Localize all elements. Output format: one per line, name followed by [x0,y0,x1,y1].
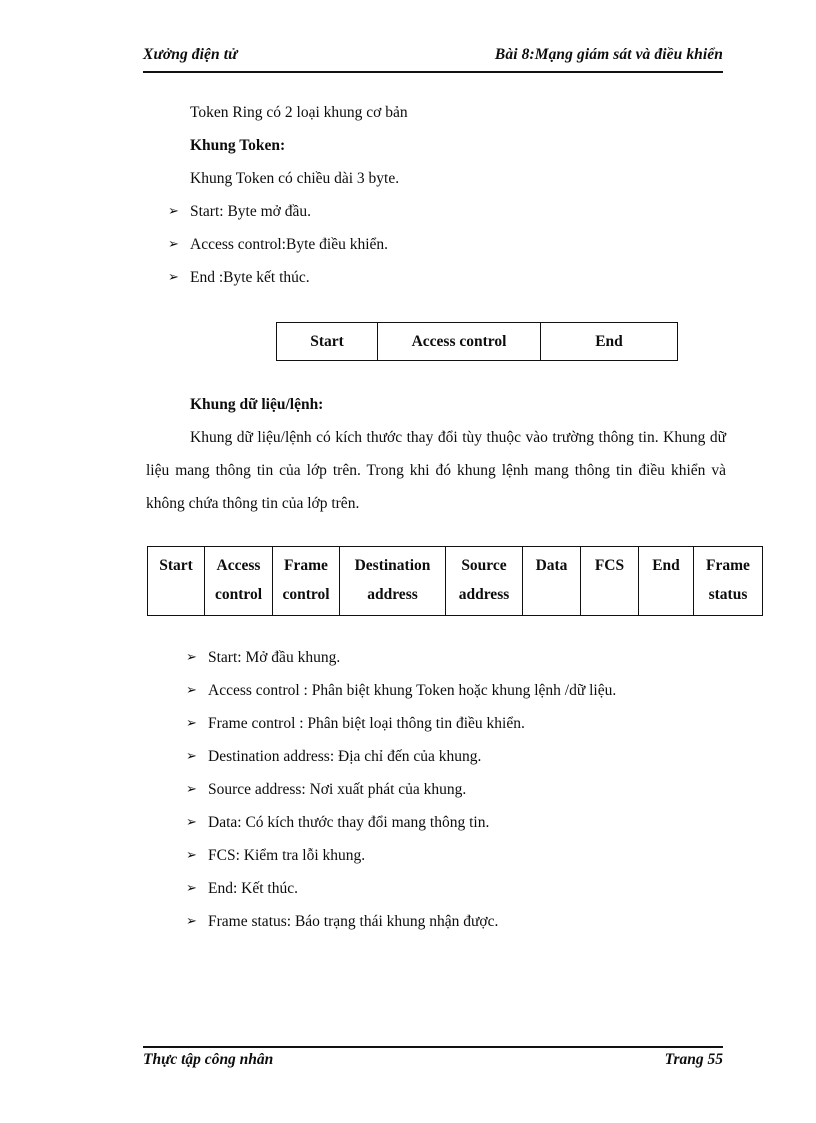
cell-line-1: Start [159,557,193,574]
token-frame-table: Start Access control End [276,322,678,361]
page-header: Xưởng điện tử Bài 8:Mạng giám sát và điề… [143,46,723,64]
intro-paragraph: Token Ring có 2 loại khung cơ bản [190,104,408,121]
table-row: Start Access control Frame control Desti… [147,546,763,616]
cell-line-2: control [214,586,263,603]
cell-line-2: address [367,586,418,603]
table-cell-destination-address: Destination address [339,546,446,616]
list-item: ➢ Source address: Nơi xuất phát của khun… [146,773,726,806]
token-frame-diagram: Start Access control End [276,322,678,361]
table-cell-data: Data [522,546,581,616]
list-item: ➢ Destination address: Địa chỉ đến của k… [146,740,726,773]
header-right-title: Bài 8:Mạng giám sát và điều khiển [494,46,723,63]
arrow-bullet-icon: ➢ [186,782,197,797]
list-item-text: Access control:Byte điều khiển. [190,236,389,253]
table-cell-end: End [638,546,694,616]
list-item: ➢ End: Kết thúc. [146,872,726,905]
list-item-text: Start: Mở đầu khung. [208,649,341,666]
header-left-title: Xưởng điện tử [143,46,238,63]
arrow-bullet-icon: ➢ [186,650,197,665]
table-cell-access-control: Access control [204,546,273,616]
cell-line-2: control [282,586,330,603]
arrow-bullet-icon: ➢ [186,881,197,896]
footer-left-title: Thực tập công nhân [143,1051,274,1068]
cell-line-1: Frame [706,557,750,574]
table-cell-end: End [540,322,678,361]
list-item-text: End :Byte kết thúc. [190,269,310,286]
cell-line-1: FCS [594,557,625,574]
list-item: ➢ Frame control : Phân biệt loại thông t… [146,707,726,740]
cell-line-2: status [708,586,748,603]
table-row: Start Access control End [276,322,678,361]
data-frame-table: Start Access control Frame control Desti… [147,546,763,616]
data-frame-diagram: Start Access control Frame control Desti… [147,546,763,616]
token-bullet-list: ➢ Start: Byte mở đầu. ➢ Access control:B… [146,195,726,294]
list-item: ➢ Start: Byte mở đầu. [146,195,726,228]
table-cell-start: Start [276,322,378,361]
list-item: ➢ Access control : Phân biệt khung Token… [146,674,726,707]
data-frame-paragraph: Khung dữ liệu/lệnh có kích thước thay đổ… [146,429,726,512]
table-cell-access-control: Access control [377,322,541,361]
table-cell-start: Start [147,546,205,616]
list-item: ➢ Start: Mở đầu khung. [146,641,726,674]
arrow-bullet-icon: ➢ [186,749,197,764]
list-item-text: Data: Có kích thước thay đổi mang thông … [208,814,490,831]
document-body: Token Ring có 2 loại khung cơ bản Khung … [146,96,726,294]
document-page: Xưởng điện tử Bài 8:Mạng giám sát và điề… [0,0,816,1123]
cell-line-1: Source [461,557,507,574]
cell-line-1: Destination [354,557,431,574]
list-item-text: Frame status: Báo trạng thái khung nhận … [208,913,499,930]
cell-line-1: Access [216,557,261,574]
arrow-bullet-icon: ➢ [186,815,197,830]
data-frame-heading: Khung dữ liệu/lệnh: [190,396,324,413]
list-item-text: Frame control : Phân biệt loại thông tin… [208,715,525,732]
list-item-text: Access control : Phân biệt khung Token h… [208,682,617,699]
token-frame-heading: Khung Token: [190,137,286,154]
list-item: ➢ Data: Có kích thước thay đổi mang thôn… [146,806,726,839]
data-frame-bullet-list: ➢ Start: Mở đầu khung. ➢ Access control … [146,641,726,938]
list-item-text: Source address: Nơi xuất phát của khung. [208,781,467,798]
table-cell-fcs: FCS [580,546,639,616]
cell-line-2: address [458,586,510,603]
page-footer: Thực tập công nhân Trang 55 [143,1051,723,1069]
arrow-bullet-icon: ➢ [168,270,179,285]
page-number: Trang 55 [664,1051,723,1068]
field-description-section: ➢ Start: Mở đầu khung. ➢ Access control … [146,641,726,938]
arrow-bullet-icon: ➢ [186,716,197,731]
arrow-bullet-icon: ➢ [186,683,197,698]
list-item: ➢ End :Byte kết thúc. [146,261,726,294]
list-item: ➢ Frame status: Báo trạng thái khung nhậ… [146,905,726,938]
header-divider [143,71,723,73]
list-item-text: FCS: Kiểm tra lỗi khung. [208,847,366,864]
table-cell-source-address: Source address [445,546,523,616]
list-item: ➢ Access control:Byte điều khiển. [146,228,726,261]
arrow-bullet-icon: ➢ [168,204,179,219]
cell-line-1: End [652,557,680,574]
table-cell-frame-control: Frame control [272,546,340,616]
list-item: ➢ FCS: Kiểm tra lỗi khung. [146,839,726,872]
list-item-text: End: Kết thúc. [208,880,298,897]
arrow-bullet-icon: ➢ [186,914,197,929]
footer-divider [143,1046,723,1048]
list-item-text: Destination address: Địa chỉ đến của khu… [208,748,482,765]
arrow-bullet-icon: ➢ [168,237,179,252]
cell-line-1: Data [535,557,568,574]
arrow-bullet-icon: ➢ [186,848,197,863]
cell-line-1: Frame [284,557,328,574]
table-cell-frame-status: Frame status [693,546,763,616]
token-length-paragraph: Khung Token có chiều dài 3 byte. [190,170,400,187]
list-item-text: Start: Byte mở đầu. [190,203,311,220]
data-frame-section: Khung dữ liệu/lệnh: Khung dữ liệu/lệnh c… [146,388,726,520]
